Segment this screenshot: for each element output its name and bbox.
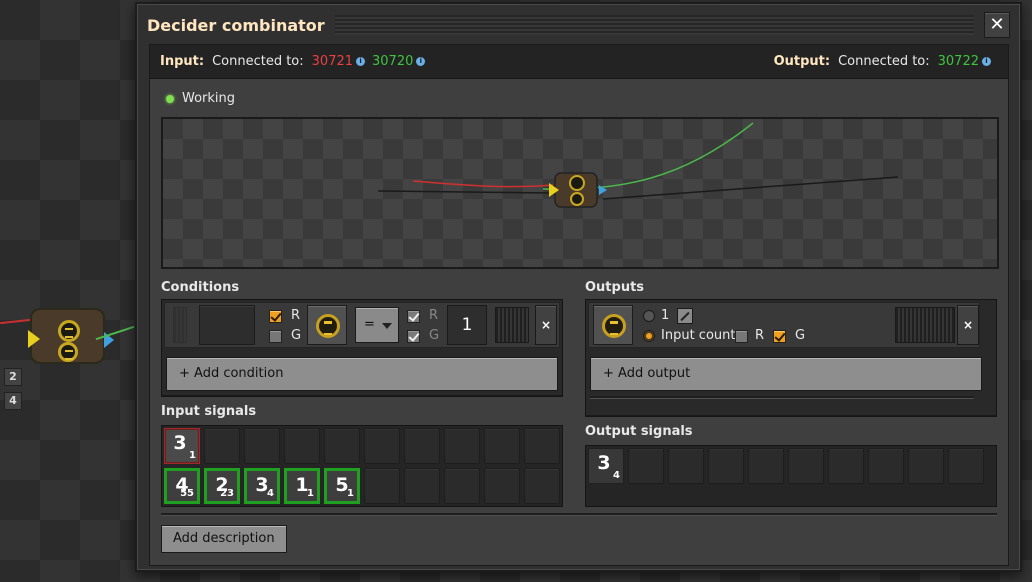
title-bar[interactable]: Decider combinator ✕	[147, 10, 1010, 40]
outputs-panel: 1 Input count R G × + Add output	[585, 299, 997, 417]
condition-left-red-label: R	[291, 308, 301, 323]
output-green-checkbox[interactable]	[773, 330, 786, 343]
output-signal-slot[interactable]	[593, 305, 633, 345]
chip-icon	[58, 342, 78, 362]
remove-output-button[interactable]: ×	[957, 305, 979, 345]
input-label: Input:	[160, 54, 205, 69]
close-button[interactable]: ✕	[984, 12, 1010, 38]
output-red-label: R	[755, 328, 765, 343]
condition-right-green-checkbox[interactable]	[407, 330, 420, 343]
status-dot-icon	[166, 94, 174, 103]
output-signal[interactable]: 3 4	[588, 448, 624, 484]
signal-count: 1	[189, 450, 196, 461]
condition-left-green-checkbox[interactable]	[269, 330, 282, 343]
condition-right-red-checkbox[interactable]	[407, 310, 420, 323]
output-label: Output:	[773, 54, 831, 69]
input-green-signal[interactable]: 2 23	[204, 468, 240, 504]
input-green-signal[interactable]: 3 4	[244, 468, 280, 504]
input-green-signal[interactable]: 4 55	[164, 468, 200, 504]
condition-drag-handle[interactable]	[173, 307, 187, 343]
condition-left-green-label: G	[291, 328, 302, 343]
conditions-panel: R G = R G 1 × + Add condition	[161, 299, 563, 397]
output-green-label: G	[795, 328, 806, 343]
status-indicator: Working	[166, 91, 235, 106]
window-title: Decider combinator	[147, 15, 325, 35]
condition-constant[interactable]: 1	[447, 305, 487, 345]
input-green-signal[interactable]: 1 1	[284, 468, 320, 504]
comparator-dropdown[interactable]: =	[355, 307, 399, 343]
output-hatch	[895, 307, 955, 343]
input-green-signal[interactable]: 5 1	[324, 468, 360, 504]
condition-left-red-checkbox[interactable]	[269, 310, 282, 323]
comparator-value: =	[364, 317, 375, 332]
add-output-button[interactable]: + Add output	[590, 357, 982, 391]
content-panel: Input: Connected to: 30721 i 30720 i Out…	[149, 44, 1009, 566]
decider-combinator-window: Decider combinator ✕ Input: Connected to…	[135, 2, 1022, 572]
connection-bar: Input: Connected to: 30721 i 30720 i Out…	[150, 45, 1008, 79]
input-signals-grid: 3 1 4 55 2 23 3 4 1 1 5 1	[161, 425, 563, 507]
bottom-divider	[161, 513, 997, 515]
signal-count: 1	[307, 488, 314, 499]
output-signals-title: Output signals	[585, 424, 693, 439]
outputs-divider	[590, 396, 974, 398]
chip-icon	[58, 320, 80, 342]
everything-signal-icon	[602, 314, 626, 338]
signal-count: 55	[180, 488, 194, 499]
condition-right-red-label: R	[429, 308, 439, 323]
input-signals-title: Input signals	[161, 404, 257, 419]
output-input-count-radio[interactable]	[643, 330, 655, 342]
drag-handle[interactable]	[334, 15, 974, 35]
input-arrow-icon	[28, 330, 40, 348]
output-input-count-label: Input count	[661, 328, 736, 343]
chevron-down-icon	[382, 323, 392, 329]
condition-hatch	[495, 307, 529, 343]
input-red-signal[interactable]: 3 1	[164, 428, 200, 464]
edit-pencil-icon[interactable]	[677, 308, 693, 324]
preview-wires	[377, 122, 899, 208]
input-green-network-id: 30720	[372, 54, 414, 69]
input-connected-label: Connected to:	[212, 54, 304, 69]
outputs-title: Outputs	[585, 280, 645, 295]
signal-count: 1	[347, 488, 354, 499]
signal-count: 4	[613, 470, 620, 481]
add-condition-button[interactable]: + Add condition	[166, 357, 558, 391]
world-signal-badge: 2	[4, 368, 22, 386]
output-value-label: 1	[661, 308, 670, 323]
output-connected-label: Connected to:	[838, 54, 930, 69]
combinator-body	[30, 308, 105, 364]
info-icon[interactable]: i	[356, 57, 366, 66]
world-decider-combinator[interactable]: 2 4	[0, 300, 140, 410]
condition-signal-slot[interactable]	[307, 305, 347, 345]
world-signal-badge: 4	[4, 392, 22, 410]
entity-preview[interactable]	[161, 117, 999, 269]
condition-row: R G = R G 1 ×	[164, 302, 560, 348]
info-icon[interactable]: i	[982, 57, 991, 66]
signal-count: 23	[220, 488, 234, 499]
output-row: 1 Input count R G ×	[588, 302, 980, 348]
info-icon[interactable]: i	[416, 57, 426, 66]
condition-right-green-label: G	[429, 328, 440, 343]
signal-count: 4	[267, 488, 274, 499]
input-red-network-id: 30721	[311, 54, 354, 69]
remove-condition-button[interactable]: ×	[535, 305, 557, 345]
add-description-button[interactable]: Add description	[161, 525, 287, 553]
output-value-radio[interactable]	[643, 310, 655, 322]
conditions-title: Conditions	[161, 280, 240, 295]
output-red-checkbox[interactable]	[735, 330, 748, 343]
output-signals-grid: 3 4	[585, 445, 997, 507]
output-green-network-id: 30722	[937, 54, 979, 69]
everything-signal-icon	[316, 314, 340, 338]
condition-left-empty-slot[interactable]	[199, 305, 255, 345]
status-text: Working	[182, 91, 236, 106]
